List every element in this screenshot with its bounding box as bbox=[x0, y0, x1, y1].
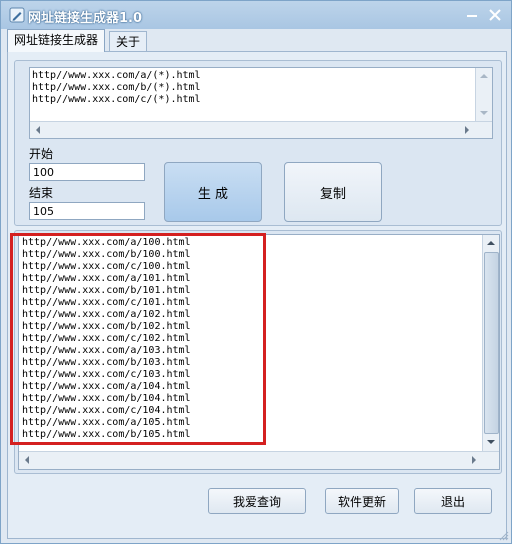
scroll-left-icon[interactable] bbox=[19, 452, 35, 468]
minimize-icon[interactable] bbox=[462, 5, 482, 25]
window-title: 网址链接生成器1.0 bbox=[28, 11, 143, 26]
template-textarea[interactable]: http//www.xxx.com/a/(*).html http//www.x… bbox=[29, 67, 493, 139]
scroll-left-icon[interactable] bbox=[30, 122, 46, 138]
output-horizontal-scrollbar[interactable] bbox=[19, 451, 499, 469]
template-line: http//www.xxx.com/a/(*).html bbox=[32, 70, 201, 81]
copy-button[interactable]: 复制 bbox=[284, 162, 382, 222]
end-input[interactable]: 105 bbox=[29, 202, 145, 220]
template-vertical-scrollbar[interactable] bbox=[475, 68, 492, 121]
template-line: http//www.xxx.com/b/(*).html bbox=[32, 82, 201, 93]
update-button[interactable]: 软件更新 bbox=[325, 488, 399, 514]
resize-grip-icon[interactable] bbox=[499, 531, 509, 541]
output-vertical-scrollbar[interactable] bbox=[482, 235, 499, 451]
scroll-right-icon[interactable] bbox=[466, 452, 482, 468]
app-window: 网址链接生成器1.0 网址链接生成器 关于 http//www.xxx.com/… bbox=[0, 0, 512, 544]
pencil-icon bbox=[9, 7, 25, 23]
tab-link-generator[interactable]: 网址链接生成器 bbox=[7, 29, 106, 52]
tab-label: 网址链接生成器 bbox=[14, 33, 99, 47]
template-horizontal-scrollbar[interactable] bbox=[30, 121, 492, 138]
scroll-thumb[interactable] bbox=[484, 252, 499, 434]
input-group: http//www.xxx.com/a/(*).html http//www.x… bbox=[14, 60, 502, 226]
title-bar[interactable]: 网址链接生成器1.0 bbox=[1, 1, 511, 29]
generate-button[interactable]: 生 成 bbox=[164, 162, 262, 222]
scroll-up-icon[interactable] bbox=[476, 68, 492, 84]
scroll-down-icon[interactable] bbox=[483, 434, 499, 450]
scroll-up-icon[interactable] bbox=[483, 235, 499, 251]
tab-label: 关于 bbox=[116, 35, 141, 49]
close-icon[interactable] bbox=[485, 5, 505, 25]
template-line: http//www.xxx.com/c/(*).html bbox=[32, 94, 201, 105]
highlight-annotation bbox=[10, 233, 266, 445]
scroll-right-icon[interactable] bbox=[459, 122, 475, 138]
query-button[interactable]: 我爱查询 bbox=[208, 488, 306, 514]
tab-about[interactable]: 关于 bbox=[109, 31, 148, 52]
start-label: 开始 bbox=[29, 147, 54, 161]
tab-strip: 网址链接生成器 关于 bbox=[7, 29, 507, 52]
end-label: 结束 bbox=[29, 186, 54, 200]
exit-button[interactable]: 退出 bbox=[414, 488, 492, 514]
scroll-down-icon[interactable] bbox=[476, 105, 492, 121]
start-input[interactable]: 100 bbox=[29, 163, 145, 181]
